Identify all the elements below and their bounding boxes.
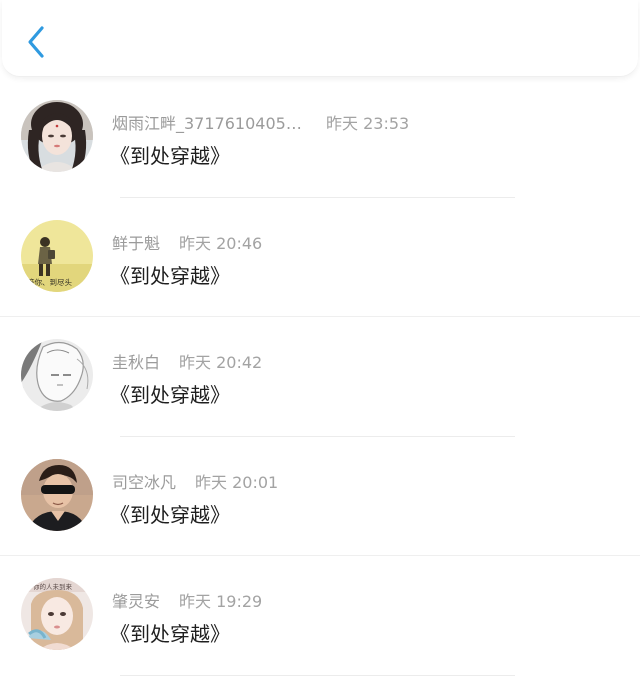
message-meta: 鲜于魁 昨天 20:46 xyxy=(112,230,262,254)
username[interactable]: 烟雨江畔_37176104057... xyxy=(112,110,307,134)
message-meta: 肇灵安 昨天 19:29 xyxy=(112,588,262,612)
timestamp: 昨天 20:01 xyxy=(195,472,279,492)
avatar[interactable] xyxy=(21,458,93,531)
avatar[interactable]: 你的人未到来 xyxy=(21,578,93,650)
message-meta: 圭秋白 昨天 20:42 xyxy=(112,349,262,373)
avatar[interactable] xyxy=(21,100,93,172)
message-meta: 司空冰凡 昨天 20:01 xyxy=(112,469,278,493)
timestamp: 昨天 23:53 xyxy=(326,114,410,133)
message-text[interactable]: 《到处穿越》 xyxy=(110,618,230,647)
timestamp: 昨天 20:42 xyxy=(179,353,263,372)
divider xyxy=(120,674,515,676)
list-item[interactable]: 司空冰凡 昨天 20:01 《到处穿越》 xyxy=(0,437,640,556)
message-text[interactable]: 《到处穿越》 xyxy=(110,499,230,528)
list-item[interactable]: 圭秋白 昨天 20:42 《到处穿越》 xyxy=(0,317,640,437)
username[interactable]: 鲜于魁 xyxy=(112,230,160,254)
list-item[interactable]: 你的人未到来 肇灵安 昨天 19:29 《到处穿越》 xyxy=(0,556,640,676)
back-button[interactable] xyxy=(20,24,52,60)
avatar[interactable] xyxy=(21,339,93,411)
username[interactable]: 肇灵安 xyxy=(112,588,160,612)
message-list: 烟雨江畔_37176104057... 昨天 23:53 《到处穿越》 等你、到… xyxy=(0,78,640,676)
svg-text:你的人未到来: 你的人未到来 xyxy=(33,582,73,591)
username[interactable]: 司空冰凡 xyxy=(112,469,176,493)
message-text[interactable]: 《到处穿越》 xyxy=(110,260,230,289)
message-text[interactable]: 《到处穿越》 xyxy=(110,140,230,169)
list-item[interactable]: 烟雨江畔_37176104057... 昨天 23:53 《到处穿越》 xyxy=(0,78,640,198)
username[interactable]: 圭秋白 xyxy=(112,349,160,373)
timestamp: 昨天 19:29 xyxy=(179,592,263,611)
timestamp: 昨天 20:46 xyxy=(179,233,263,253)
list-item[interactable]: 等你、到尽头 鲜于魁 昨天 20:46 《到处穿越》 xyxy=(0,198,640,317)
message-text[interactable]: 《到处穿越》 xyxy=(110,379,230,408)
top-bar xyxy=(2,0,638,77)
svg-text:等你、到尽头: 等你、到尽头 xyxy=(27,277,72,287)
chevron-left-icon xyxy=(28,26,44,58)
avatar[interactable]: 等你、到尽头 xyxy=(21,219,93,292)
message-meta: 烟雨江畔_37176104057... 昨天 23:53 xyxy=(112,110,409,134)
message-list-page: 烟雨江畔_37176104057... 昨天 23:53 《到处穿越》 等你、到… xyxy=(0,0,640,688)
